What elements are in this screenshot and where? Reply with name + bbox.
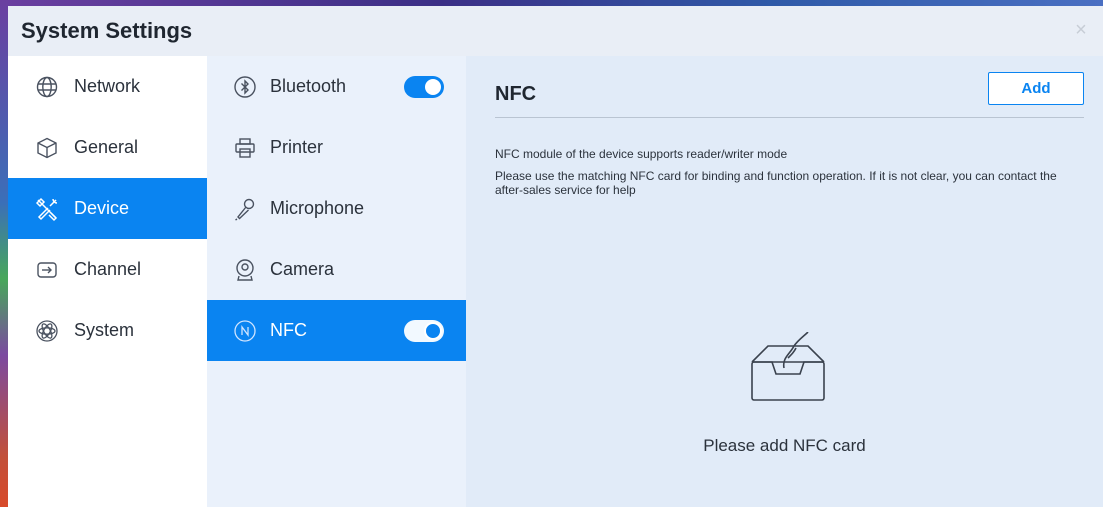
sidebar-item-label: General <box>74 137 139 157</box>
submenu-item-nfc[interactable]: NFC <box>207 300 466 361</box>
sidebar-item-label: Channel <box>74 259 142 279</box>
bluetooth-icon <box>232 74 258 100</box>
nfc-panel: NFC Add NFC module of the device support… <box>466 56 1103 507</box>
tools-icon <box>34 196 60 222</box>
device-submenu: Bluetooth Printer Microphone Camera NFC <box>207 56 466 507</box>
sidebar-item-channel[interactable]: Channel <box>8 239 207 300</box>
nfc-description-help: Please use the matching NFC card for bin… <box>495 169 1057 197</box>
submenu-item-bluetooth[interactable]: Bluetooth <box>207 56 466 117</box>
empty-state-text: Please add NFC card <box>703 436 866 455</box>
close-icon[interactable]: × <box>1069 18 1093 42</box>
empty-inbox-icon <box>746 331 830 404</box>
globe-icon <box>34 74 60 100</box>
sidebar-item-device[interactable]: Device <box>8 178 207 239</box>
desktop-edge-left <box>0 0 8 507</box>
submenu-item-printer[interactable]: Printer <box>207 117 466 178</box>
sidebar-item-label: Network <box>74 76 141 96</box>
settings-window: System Settings × Network General Device <box>8 6 1103 507</box>
submenu-item-label: Printer <box>270 137 324 157</box>
microphone-icon <box>232 196 258 222</box>
atom-icon <box>34 318 60 344</box>
bluetooth-toggle[interactable] <box>404 76 444 98</box>
sidebar-item-label: Device <box>74 198 130 218</box>
submenu-item-camera[interactable]: Camera <box>207 239 466 300</box>
printer-icon <box>232 135 258 161</box>
add-button[interactable]: Add <box>988 72 1084 105</box>
sidebar-item-general[interactable]: General <box>8 117 207 178</box>
submenu-item-label: Camera <box>270 259 335 279</box>
nfc-icon <box>232 318 258 344</box>
sidebar-item-network[interactable]: Network <box>8 56 207 117</box>
settings-sidebar: Network General Device Channel System <box>8 56 207 507</box>
cube-icon <box>34 135 60 161</box>
sidebar-item-system[interactable]: System <box>8 300 207 361</box>
submenu-item-label: NFC <box>270 320 307 340</box>
sidebar-item-label: System <box>74 320 135 340</box>
title-bar: System Settings × <box>8 6 1103 56</box>
submenu-item-label: Microphone <box>270 198 365 218</box>
nfc-toggle[interactable] <box>404 320 444 342</box>
toggle-knob <box>425 79 441 95</box>
camera-icon <box>232 257 258 283</box>
submenu-item-label: Bluetooth <box>270 76 347 96</box>
nfc-description-mode: NFC module of the device supports reader… <box>495 147 788 161</box>
toggle-knob <box>424 322 442 340</box>
panel-title: NFC <box>495 83 537 105</box>
submenu-item-microphone[interactable]: Microphone <box>207 178 466 239</box>
window-title: System Settings <box>21 18 193 43</box>
divider <box>495 117 1084 118</box>
input-icon <box>34 257 60 283</box>
